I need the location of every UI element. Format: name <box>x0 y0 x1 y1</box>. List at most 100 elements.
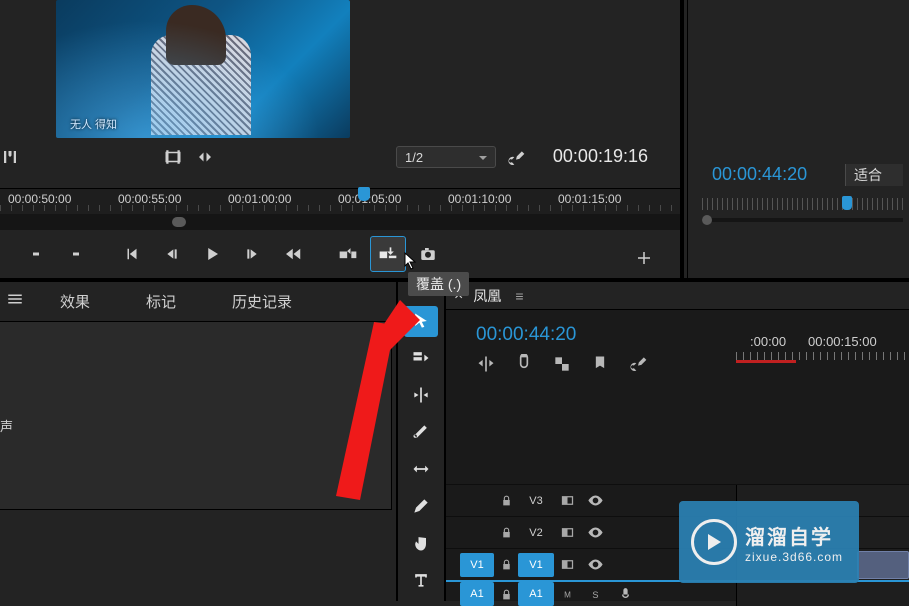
selection-tool[interactable] <box>404 306 438 337</box>
ruler-ticks <box>0 205 680 211</box>
step-back-button[interactable] <box>154 236 190 272</box>
overwrite-button[interactable] <box>370 236 406 272</box>
ruler-tick-label: :00:00 <box>750 334 786 349</box>
sync-lock-icon[interactable] <box>554 525 580 540</box>
sync-lock-icon[interactable] <box>554 493 580 508</box>
watermark-title: 溜溜自学 <box>745 521 843 550</box>
insert-button[interactable] <box>330 236 366 272</box>
track-select-tool[interactable] <box>404 343 438 374</box>
ruler-ticks <box>702 198 903 210</box>
mark-in-button[interactable] <box>18 236 54 272</box>
render-bar-red <box>736 360 796 363</box>
program-scrollbar[interactable] <box>702 218 903 222</box>
ruler-tick-label: 00:01:10:00 <box>448 192 511 206</box>
video-clip[interactable] <box>857 551 909 579</box>
source-playhead[interactable] <box>358 187 370 201</box>
timeline-settings-icon[interactable] <box>628 354 648 374</box>
program-monitor: 00:00:44:20 适合 <box>687 0 909 290</box>
export-frame-button[interactable] <box>410 236 446 272</box>
snap-insert-icon[interactable] <box>476 354 496 374</box>
watermark-logo: 溜溜自学 zixue.3d66.com <box>679 501 859 583</box>
step-forward-button[interactable] <box>234 236 270 272</box>
ruler-tick-label: 00:00:50:00 <box>8 192 71 206</box>
solo-icon[interactable]: S <box>580 586 610 603</box>
timeline-header: × 凤凰 ≡ <box>446 282 909 310</box>
svg-text:S: S <box>592 590 598 600</box>
divider-vertical <box>680 0 684 278</box>
sequence-menu-icon[interactable]: ≡ <box>515 288 523 304</box>
source-preview[interactable]: 无人 得知 <box>56 0 350 138</box>
track-a1[interactable]: A1 A1 M S <box>446 580 909 606</box>
snap-icon[interactable] <box>514 354 534 374</box>
razor-tool[interactable] <box>404 417 438 448</box>
track-lane[interactable] <box>736 582 909 606</box>
track-label[interactable]: V2 <box>518 527 554 539</box>
source-scrollbar[interactable] <box>0 214 680 230</box>
play-badge-icon <box>691 519 737 565</box>
sequence-name[interactable]: 凤凰 <box>473 286 501 306</box>
tool-panel <box>396 282 446 601</box>
ruler-tick-label: 00:01:15:00 <box>558 192 621 206</box>
program-zoom-value: 适合 <box>854 165 882 185</box>
transport-bar <box>0 232 680 276</box>
ripple-edit-tool[interactable] <box>404 380 438 411</box>
pen-tool[interactable] <box>404 490 438 521</box>
program-ruler[interactable] <box>702 198 903 220</box>
mark-out-button[interactable] <box>58 236 94 272</box>
timeline-timecode[interactable]: 00:00:44:20 <box>476 324 576 346</box>
source-patch[interactable] <box>460 489 494 513</box>
lower-left-panel: 效果 标记 历史记录 声 <box>0 282 392 601</box>
go-to-out-button[interactable] <box>274 236 310 272</box>
lock-icon[interactable] <box>494 588 518 601</box>
panel-menu-icon[interactable] <box>6 290 26 313</box>
button-editor-button[interactable] <box>626 240 662 276</box>
source-patch-v1[interactable]: V1 <box>460 553 494 577</box>
lock-icon[interactable] <box>494 558 518 571</box>
lock-icon[interactable] <box>494 494 518 507</box>
sync-lock-icon[interactable] <box>554 557 580 572</box>
type-tool[interactable] <box>404 564 438 595</box>
source-ruler[interactable]: 00:00:50:00 00:00:55:00 00:01:00:00 00:0… <box>0 188 680 216</box>
program-playhead[interactable] <box>842 196 852 210</box>
scroll-thumb[interactable] <box>702 215 712 225</box>
slip-tool[interactable] <box>404 454 438 485</box>
add-marker-icon[interactable] <box>590 354 610 374</box>
svg-text:M: M <box>564 590 571 599</box>
program-zoom-select[interactable]: 适合 <box>845 164 903 186</box>
track-label[interactable]: V1 <box>518 553 554 577</box>
ruler-tick-label: 00:01:00:00 <box>228 192 291 206</box>
play-button[interactable] <box>194 236 230 272</box>
tooltip: 覆盖 (.) <box>408 272 469 296</box>
timeline-options <box>476 354 648 374</box>
voice-over-icon[interactable] <box>610 586 640 603</box>
mute-icon[interactable]: M <box>554 587 580 602</box>
drag-video-only-icon[interactable] <box>164 148 182 166</box>
panel-content: 声 <box>0 322 392 510</box>
go-to-in-button[interactable] <box>114 236 150 272</box>
settings-icon[interactable] <box>506 148 526 168</box>
tab-history[interactable]: 历史记录 <box>204 282 320 321</box>
hand-tool[interactable] <box>404 527 438 558</box>
drag-audio-only-icon[interactable] <box>196 148 214 166</box>
source-patch[interactable] <box>460 521 494 545</box>
track-label[interactable]: V3 <box>518 495 554 507</box>
source-out-timecode: 00:00:19:16 <box>553 146 648 167</box>
zoom-value: 1/2 <box>405 150 423 165</box>
panel-label: 声 <box>0 416 13 435</box>
add-marker-icon[interactable] <box>1 148 19 166</box>
zoom-select[interactable]: 1/2 <box>396 146 496 168</box>
tab-markers[interactable]: 标记 <box>118 282 204 321</box>
toggle-output-icon[interactable] <box>580 492 610 509</box>
program-timecode[interactable]: 00:00:44:20 <box>712 164 807 185</box>
tab-effects[interactable]: 效果 <box>32 282 118 321</box>
lock-icon[interactable] <box>494 526 518 539</box>
watermark-url: zixue.3d66.com <box>745 550 843 564</box>
source-patch-a1[interactable]: A1 <box>460 582 494 606</box>
watermark-text: 溜溜自学 zixue.3d66.com <box>745 521 843 564</box>
track-label[interactable]: A1 <box>518 582 554 606</box>
toggle-output-icon[interactable] <box>580 524 610 541</box>
toggle-output-icon[interactable] <box>580 556 610 573</box>
scroll-thumb[interactable] <box>172 217 186 227</box>
linked-selection-icon[interactable] <box>552 354 572 374</box>
timeline-ruler[interactable]: :00:00 00:00:15:00 <box>736 334 909 374</box>
